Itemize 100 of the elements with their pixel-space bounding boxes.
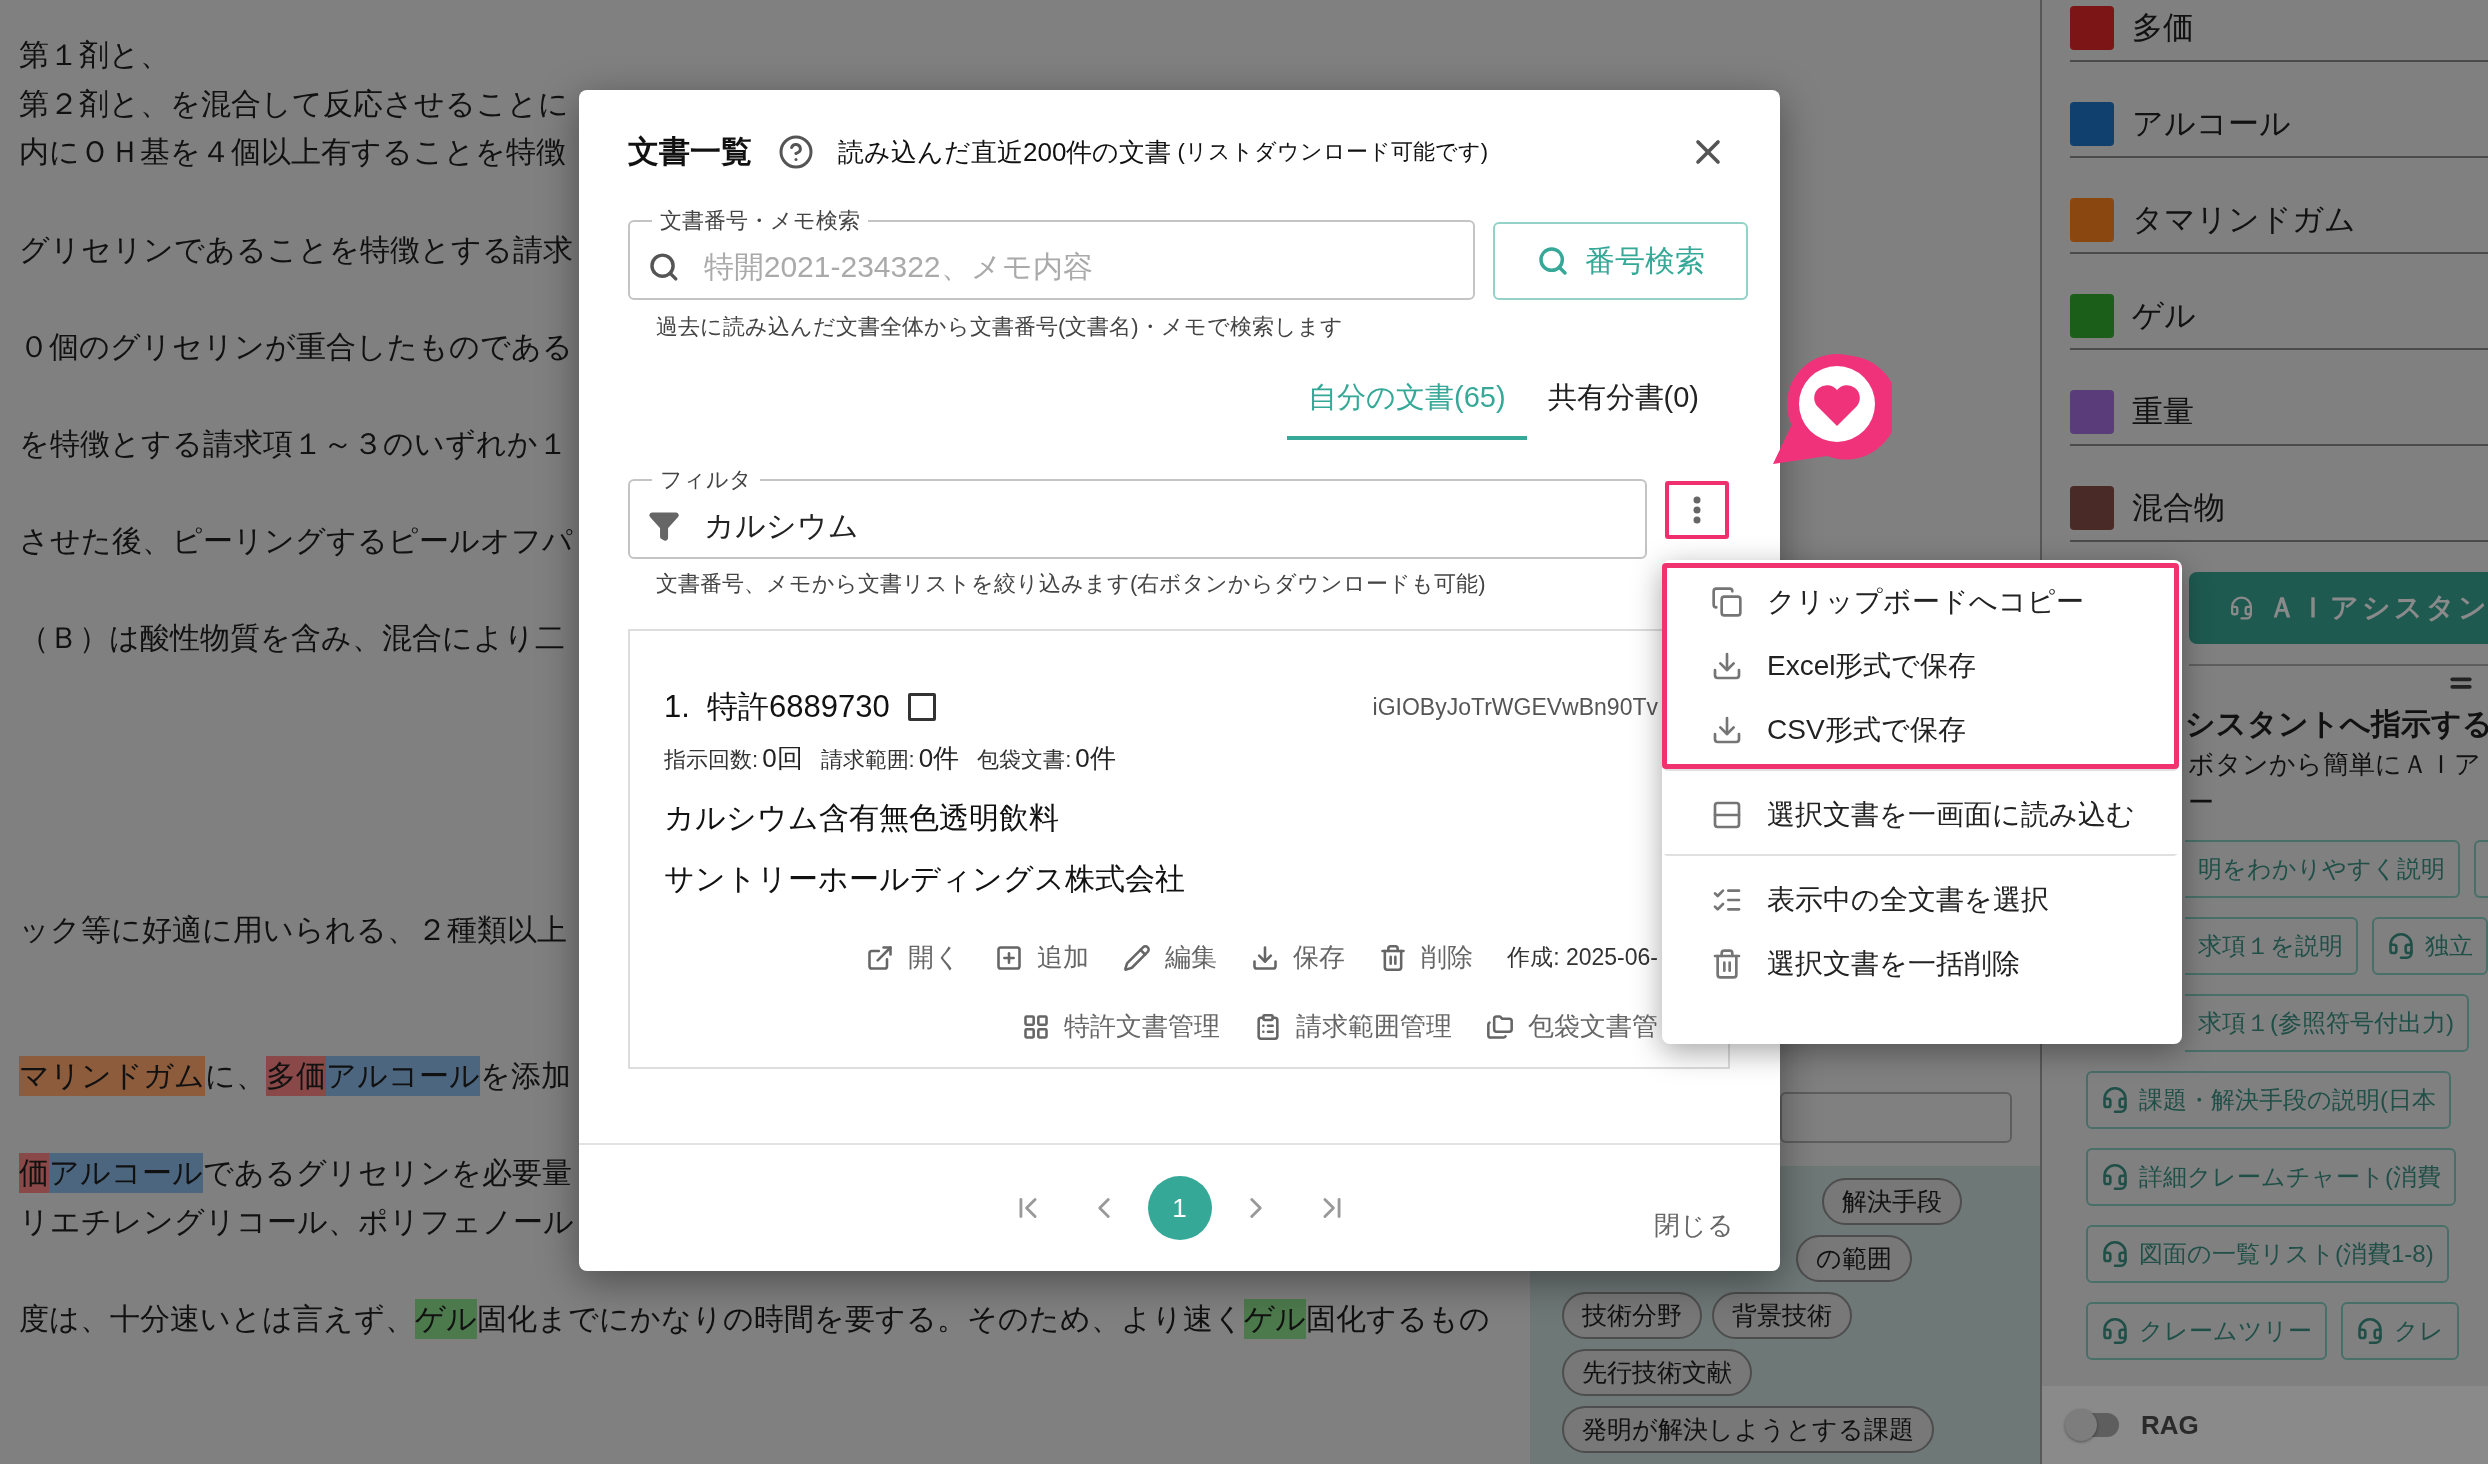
highlighted-term: ゲル [415,1298,477,1339]
close-link[interactable]: 閉じる [1648,1206,1740,1244]
dialog-subtitle: 読み込んだ直近200件の文書 [838,135,1172,169]
section-tag[interactable]: 解決手段 [1822,1178,1962,1225]
headset-icon [2101,1086,2129,1114]
subtitle-note: (リストダウンロード可能です) [1177,138,1489,166]
headset-icon [2356,1317,2384,1345]
action-button[interactable]: 保存 [1251,940,1346,975]
document-text: であるグリセリンを必要量 [203,1155,572,1191]
legend-label: タマリンドガム [2132,201,2356,239]
section-tag[interactable]: の範囲 [1796,1235,1912,1282]
company-name: サントリーホールディングス株式会社 [664,861,1186,897]
headset-icon [2101,1317,2129,1345]
action-button[interactable]: 開く [866,940,962,975]
action-button[interactable]: 包袋文書管 [1486,1009,1658,1044]
stat-text: 指示回数:0回 [664,742,803,775]
document-text: 第１剤と、 [19,37,170,74]
headset-icon [2101,1163,2129,1191]
search-icon [648,250,680,284]
external-link-icon [866,943,895,972]
highlighted-term: 多価 [266,1055,326,1096]
stat-text: 請求範囲:0件 [820,742,960,775]
trash-icon [1711,948,1743,980]
description-text: ボタンから簡単にＡＩア [2188,748,2482,781]
document-text: 度は、十分速いとは言えず、 [19,1300,415,1337]
document-text: 内にＯＨ基を４個以上有することを特徴 [19,134,566,171]
input-field[interactable] [1780,1092,2012,1143]
legend-label: アルコール [2132,105,2291,143]
download-icon [1711,650,1743,682]
highlighted-term: アルコール [326,1055,480,1096]
highlighted-term: ゲル [1244,1298,1306,1339]
highlighted-term: マリンドガム [19,1055,205,1096]
tab[interactable]: 自分の文書(65) [1286,360,1527,440]
document-text: リエチレングリコール、ポリフェノール [19,1203,574,1240]
headset-icon [2387,932,2415,960]
highlighted-term: アルコール [49,1153,203,1193]
action-button[interactable]: 追加 [995,940,1090,975]
number-search-button[interactable]: 番号検索 [1493,222,1748,300]
helper-text: 文書番号、メモから文書リストを絞り込みます(右ボタンからダウンロードも可能) [656,570,1487,598]
search-input[interactable]: 特開2021-234322、メモ内容 [701,249,1455,285]
document-name: カルシウム含有無色透明飲料 [664,800,1060,836]
rows-icon [1711,799,1743,831]
menu-item[interactable]: 表示中の全文書を選択 [1667,868,2174,932]
menu-item[interactable]: クリップボードへコピー [1667,570,2174,634]
checkbox[interactable] [907,693,936,721]
grid-icon [1022,1012,1050,1041]
highlighted-term: 価 [19,1153,49,1193]
search-field[interactable]: 文書番号・メモ検索 特開2021-234322、メモ内容 [628,206,1475,300]
section-heading: シスタントへ指示する [2185,706,2488,742]
action-button[interactable]: 編集 [1123,940,1218,975]
copy-icon [1711,586,1743,618]
action-button[interactable]: 削除 [1379,940,1474,975]
document-text: ０個のグリセリンが重合したものである [19,328,573,365]
menu-item[interactable]: 選択文書を一画面に読み込む [1667,783,2174,847]
description-text: ー [2188,786,2215,819]
help-icon[interactable] [778,134,814,170]
clipboard-icon [1254,1012,1282,1041]
action-button[interactable]: 特許文書管理 [1022,1009,1220,1044]
filter-input[interactable]: カルシウム [702,508,1627,544]
section-tag[interactable]: 先行技術文献 [1562,1349,1752,1396]
toggle-label: RAG [2141,1409,2199,1441]
folders-icon [1486,1012,1514,1041]
more-button[interactable] [1665,481,1729,539]
document-text: グリセリンであることを特徴とする請求 [19,231,573,268]
document-text: を添加 [480,1057,571,1094]
section-tag[interactable]: 背景技術 [1712,1292,1852,1339]
download-icon [1711,714,1743,746]
menu-item[interactable]: 選択文書を一括削除 [1667,932,2174,996]
headset-icon [2101,1240,2129,1268]
document-text: 第２剤と、を混合して反応させることに [19,85,569,122]
plus-square-icon [995,943,1024,972]
dialog-title: 文書一覧 [628,133,752,171]
section-tag[interactable]: 発明が解決しようとする課題 [1562,1406,1934,1453]
trash-icon [1379,943,1408,972]
pencil-icon [1123,943,1152,972]
document-text: 固化までにかなりの時間を要する。そのため、より速く [477,1300,1244,1337]
legend-label: 混合物 [2132,489,2225,527]
tab[interactable]: 共有分書(0) [1526,360,1720,440]
action-button[interactable]: 請求範囲管理 [1254,1009,1452,1044]
document-text: 固化するもの [1306,1300,1490,1337]
document-title: 1. 特許6889730 [664,688,890,726]
created-date: 作成: 2025-06- [1507,943,1658,972]
legend-label: ゲル [2132,297,2196,335]
document-text: を特徴とする請求項１～３のいずれか１ [19,426,568,463]
stat-text: 包袋文書:0件 [977,742,1116,775]
section-tag[interactable]: 技術分野 [1562,1292,1702,1339]
legend-label: 重量 [2132,393,2194,431]
document-id: iGIOByJoTrWGEVwBn90Tv [1372,693,1658,721]
document-text: （Ｂ）は酸性物質を含み、混合により二 [19,620,565,657]
helper-text: 過去に読み込んだ文書全体から文書番号(文書名)・メモで検索します [656,313,1344,341]
document-text: に、 [205,1057,266,1094]
document-text: させた後、ピーリングするピールオフパ [19,523,573,560]
more-vertical-icon [1693,496,1701,524]
search-icon [1536,245,1569,277]
legend-label: 多価 [2132,9,2194,47]
menu-item[interactable]: CSV形式で保存 [1667,698,2174,762]
page-button[interactable]: 1 [1147,1176,1212,1240]
menu-item[interactable]: Excel形式で保存 [1667,634,2174,698]
document-text: ック等に好適に用いられる、２種類以上 [19,912,567,948]
download-icon [1251,943,1280,972]
